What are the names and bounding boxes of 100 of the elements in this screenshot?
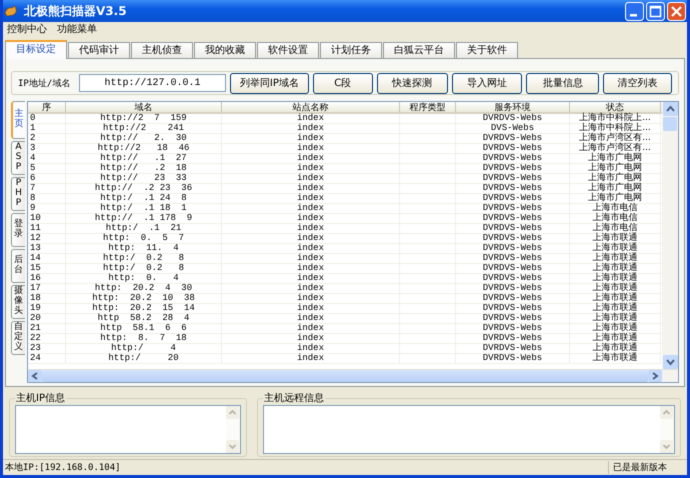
table-cell: 上海市广电网 [570,154,661,163]
table-cell: 上海市联通 [570,274,661,283]
action-button[interactable]: C段 [312,72,373,94]
table-cell: DVS-Webs [456,124,570,133]
table-cell: 11 [28,224,66,233]
column-header[interactable]: 域名 [66,102,222,112]
scroll-left-icon[interactable] [28,370,42,382]
table-cell: DVRDVS-Webs [456,294,570,303]
table-cell: http:/ 0.2 8 [66,254,222,263]
side-tab[interactable]: 主页 [11,101,25,139]
tab[interactable]: 白狐云平台 [383,42,455,58]
table-cell: index [222,244,400,253]
table-cell: DVRDVS-Webs [456,284,570,293]
target-input[interactable]: http://127.0.0.1 [78,74,226,92]
action-button[interactable]: 清空列表 [603,72,672,94]
action-button[interactable]: 快速探测 [376,72,448,94]
table-cell: index [222,354,400,363]
table-cell: http:/ 0.2 8 [66,264,222,273]
group-title: 主机远程信息 [263,392,325,405]
action-button[interactable]: 列举同IP域名 [230,72,309,94]
scroll-thumb[interactable] [663,117,677,131]
table-cell: 上海市联通 [570,324,661,333]
side-tab[interactable]: ASP [11,141,25,175]
tab[interactable]: 目标设定 [5,40,67,59]
table-cell: http 58.1 6 6 [66,324,222,333]
column-header[interactable]: 程序类型 [400,102,456,112]
table-cell: http: 11. 4 [66,244,222,253]
table-cell: http:// .2 18 [66,164,222,173]
table-cell: DVRDVS-Webs [456,224,570,233]
table-cell: http:/ .1 24 8 [66,194,222,203]
close-icon[interactable] [667,2,686,20]
tab[interactable]: 主机侦查 [131,42,193,58]
table-cell: http://2 18 46 [66,144,222,153]
side-tab[interactable]: 登录 [11,213,25,247]
table-cell: http:/ 4 [66,344,222,353]
table-cell: DVRDVS-Webs [456,324,570,333]
table-cell: index [222,234,400,243]
side-tab[interactable]: 摄像头 [11,285,25,319]
table-cell: index [222,314,400,323]
info-textarea[interactable] [263,405,675,454]
table-cell: 上海市联通 [570,334,661,343]
table-cell: 9 [28,204,66,213]
table-cell: 20 [28,314,66,323]
table-cell: 13 [28,244,66,253]
table-cell: 上海市广电网 [570,164,661,173]
table-cell: DVRDVS-Webs [456,214,570,223]
table-cell: http:// 23 33 [66,174,222,183]
table-cell: index [222,214,400,223]
table-cell: 上海市中科院上... [570,114,661,123]
action-button[interactable]: 导入网址 [452,72,522,94]
table-cell: http:/ .1 21 [66,224,222,233]
table-cell: 2 [28,134,66,143]
table-cell: http: 20.2 4 30 [66,284,222,293]
menu-item[interactable]: 控制中心 [7,23,47,38]
table-cell: http: 0. 4 [66,274,222,283]
vertical-scrollbar[interactable] [662,102,678,369]
column-header[interactable]: 状态 [570,102,661,112]
table-cell: index [222,304,400,313]
column-header[interactable]: 服务环境 [456,102,570,112]
table-cell: DVRDVS-Webs [456,204,570,213]
table-cell: index [222,284,400,293]
table-cell: http 58.2 28 4 [66,314,222,323]
table-cell: DVRDVS-Webs [456,234,570,243]
side-tab[interactable]: 后台 [11,249,25,283]
table-cell: http: 0. 5 7 [66,234,222,243]
table-cell: index [222,184,400,193]
table-cell: 上海市联通 [570,254,661,263]
tab[interactable]: 我的收藏 [194,42,256,58]
side-tab[interactable]: PHP [11,177,25,211]
scroll-right-icon[interactable] [648,370,662,382]
scroll-down-icon[interactable] [662,355,678,369]
table-cell: index [222,294,400,303]
table-cell: index [222,174,400,183]
column-header[interactable]: 站点名称 [222,102,400,112]
table-cell: DVRDVS-Webs [456,134,570,143]
tab[interactable]: 软件设置 [257,42,319,58]
maximize-icon[interactable] [646,2,665,20]
table-cell: 1 [28,124,66,133]
table-cell: http://2 7 159 [66,114,222,123]
tab[interactable]: 代码审计 [68,42,130,58]
action-button[interactable]: 批量信息 [526,72,600,94]
table-cell: index [222,114,400,123]
menu-item[interactable]: 功能菜单 [57,23,97,38]
table-cell: DVRDVS-Webs [456,334,570,343]
table-cell: 上海市中科院上... [570,124,661,133]
column-header[interactable]: 序 [28,102,66,112]
table-cell: DVRDVS-Webs [456,154,570,163]
table-cell: 14 [28,254,66,263]
table-cell: 21 [28,324,66,333]
side-tab[interactable]: 自定义 [11,321,25,355]
minimize-icon[interactable] [625,2,644,20]
window-title: 北极熊扫描器V3.5 [24,2,127,20]
info-textarea[interactable] [15,405,241,454]
tab[interactable]: 计划任务 [320,42,382,58]
table-cell: DVRDVS-Webs [456,264,570,273]
scroll-up-icon[interactable] [662,102,678,116]
tab[interactable]: 关于软件 [456,42,518,58]
table-cell: 上海市卢湾区有... [570,144,661,153]
table-cell: http:// 2. 30 [66,134,222,143]
table-cell: http: 20.2 10 38 [66,294,222,303]
